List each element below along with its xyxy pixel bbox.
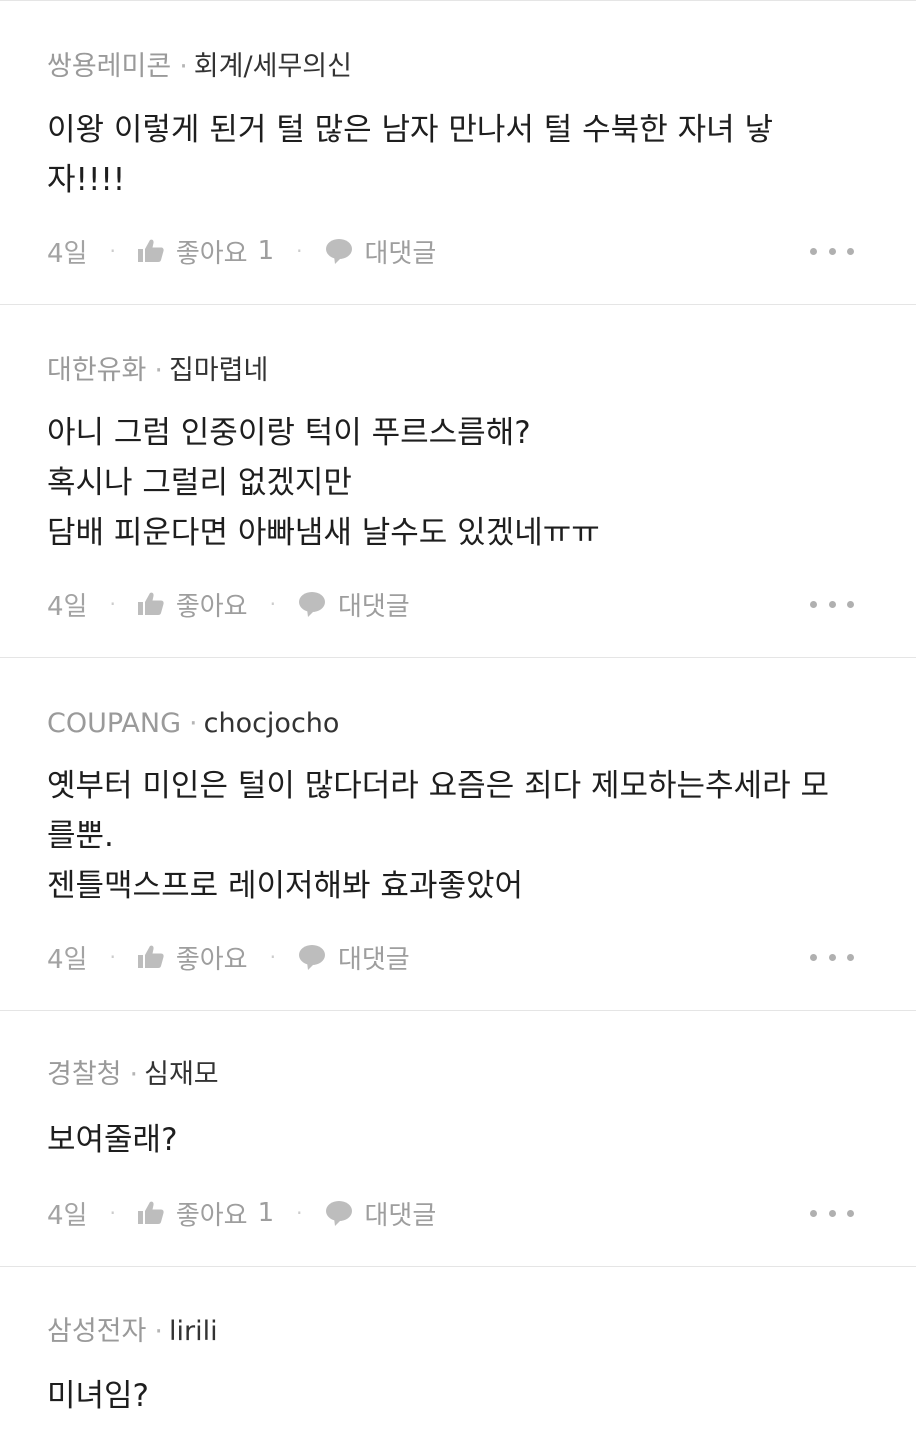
thumbs-up-icon: [137, 945, 164, 968]
more-button[interactable]: [810, 1193, 854, 1233]
comment-nickname[interactable]: 심재모: [144, 1059, 219, 1090]
more-dot: [810, 953, 817, 961]
comment-company: COUPANG: [47, 708, 182, 739]
reply-label: 대댓글: [364, 1200, 437, 1231]
meta-separator: ·: [154, 355, 163, 386]
reply-button[interactable]: 대댓글: [325, 233, 437, 270]
action-separator: ·: [109, 1201, 116, 1225]
comment-list: 쌍용레미콘 · 회계/세무의신 이왕 이렇게 된거 털 많은 남자 만나서 털 수북…: [0, 0, 916, 1440]
comment-item: 대한유화 · 집마렵네 아니 그럼 인중이랑 턱이 푸르스름해? 혹시나 그럴리 없…: [0, 305, 916, 658]
more-dot: [810, 600, 817, 608]
speech-bubble-icon: [325, 1201, 352, 1226]
comment-line: 미녀임?: [47, 1378, 150, 1414]
thumbs-up-icon: [137, 239, 164, 262]
more-dot: [847, 953, 854, 961]
reply-label: 대댓글: [337, 944, 410, 975]
meta-separator: ·: [154, 1316, 163, 1347]
comment-company: 삼성전자: [47, 1316, 147, 1347]
comment-body: 옛부터 미인은 털이 많다더라 요즘은 죄다 제모하는추세라 모 를뿐. 젠틀맥…: [47, 761, 876, 911]
comment-body: 미녀임?: [47, 1371, 876, 1421]
comment-company: 대한유화: [47, 355, 147, 386]
comment-item: COUPANG · chocjocho 옛부터 미인은 털이 많다더라 요즘은 죄다…: [0, 658, 916, 1011]
comment-line: 보여줄래?: [47, 1122, 178, 1158]
comment-line: 혹시나 그럴리 없겠지만: [47, 465, 352, 501]
action-separator: ·: [296, 1201, 303, 1225]
like-count: 1: [257, 1198, 275, 1228]
action-separator: ·: [296, 239, 303, 263]
comment-line: 옛부터 미인은 털이 많다더라 요즘은 죄다 제모하는추세라 모: [47, 768, 829, 804]
comment-nickname[interactable]: 회계/세무의신: [194, 51, 352, 82]
like-button[interactable]: 좋아요: [137, 939, 248, 976]
like-label: 좋아요: [175, 591, 248, 622]
comment-time: 4일: [47, 591, 88, 622]
comment-meta: 경찰청 · 심재모: [47, 1057, 219, 1093]
reply-button[interactable]: 대댓글: [298, 939, 410, 976]
comment-actions: 4일 · 좋아요 1 · 대댓글: [47, 231, 876, 271]
more-dot: [828, 953, 836, 961]
action-separator: ·: [109, 945, 116, 969]
more-dot: [828, 1209, 836, 1217]
comment-actions: 4일 · 좋아요 · 대댓글: [47, 584, 876, 624]
more-dot: [828, 600, 836, 608]
comment-time: 4일: [47, 238, 88, 269]
more-dot: [810, 247, 817, 255]
comment-meta: 삼성전자 · lirili: [47, 1314, 218, 1350]
comment-body: 이왕 이렇게 된거 털 많은 남자 만나서 털 수북한 자녀 낳 자!!!!: [47, 105, 876, 205]
thumbs-up-icon: [137, 592, 164, 615]
action-separator: ·: [109, 239, 116, 263]
meta-separator: ·: [129, 1059, 139, 1090]
more-dot: [847, 247, 854, 255]
reply-label: 대댓글: [337, 591, 410, 622]
more-button[interactable]: [810, 937, 854, 977]
more-dot: [828, 247, 836, 255]
speech-bubble-icon: [325, 239, 352, 264]
comment-item: 쌍용레미콘 · 회계/세무의신 이왕 이렇게 된거 털 많은 남자 만나서 털 수북…: [0, 1, 916, 305]
comment-actions: 4일 · 좋아요 1 · 대댓글: [47, 1193, 876, 1233]
thumbs-up-icon: [137, 1201, 164, 1224]
like-button[interactable]: 좋아요 1: [137, 1195, 275, 1232]
like-label: 좋아요: [175, 944, 248, 975]
like-button[interactable]: 좋아요: [137, 586, 248, 623]
more-button[interactable]: [810, 584, 854, 624]
action-separator: ·: [269, 945, 276, 969]
comment-nickname[interactable]: lirili: [169, 1316, 218, 1347]
comment-nickname[interactable]: 집마렵네: [169, 355, 268, 386]
meta-separator: ·: [179, 51, 188, 82]
like-count: 1: [257, 236, 275, 266]
comment-line: 자!!!!: [47, 162, 126, 198]
more-button[interactable]: [810, 231, 854, 271]
comment-line: 젠틀맥스프로 레이저해봐 효과좋았어: [47, 868, 524, 904]
like-label: 좋아요: [175, 1200, 248, 1231]
comment-line: 를뿐.: [47, 818, 114, 854]
comment-company: 쌍용레미콘: [47, 51, 172, 82]
comment-actions: 4일 · 좋아요 · 대댓글: [47, 937, 876, 977]
action-separator: ·: [109, 592, 116, 616]
comment-body: 보여줄래?: [47, 1115, 876, 1165]
comment-item: 경찰청 · 심재모 보여줄래? 4일 · 좋아요 1 · 대댓글: [0, 1011, 916, 1267]
comment-body: 아니 그럼 인중이랑 턱이 푸르스름해? 혹시나 그럴리 없겠지만 담배 피운다…: [47, 408, 876, 558]
reply-label: 대댓글: [364, 238, 437, 269]
comment-nickname[interactable]: chocjocho: [204, 708, 340, 739]
comment-line: 담배 피운다면 아빠냄새 날수도 있겠네ㅠㅠ: [47, 515, 600, 551]
reply-button[interactable]: 대댓글: [325, 1195, 437, 1232]
comment-item: 삼성전자 · lirili 미녀임?: [0, 1267, 916, 1440]
comment-line: 아니 그럼 인중이랑 턱이 푸르스름해?: [47, 415, 531, 451]
comment-company: 경찰청: [47, 1059, 122, 1090]
comment-line: 이왕 이렇게 된거 털 많은 남자 만나서 털 수북한 자녀 낳: [47, 112, 773, 148]
reply-button[interactable]: 대댓글: [298, 586, 410, 623]
speech-bubble-icon: [298, 945, 325, 970]
comment-meta: COUPANG · chocjocho: [47, 706, 339, 742]
more-dot: [847, 600, 854, 608]
comment-meta: 쌍용레미콘 · 회계/세무의신: [47, 49, 352, 85]
comment-time: 4일: [47, 944, 88, 975]
comment-time: 4일: [47, 1200, 88, 1231]
speech-bubble-icon: [298, 592, 325, 617]
comment-meta: 대한유화 · 집마렵네: [47, 353, 268, 389]
meta-separator: ·: [189, 708, 198, 739]
more-dot: [847, 1209, 854, 1217]
action-separator: ·: [269, 592, 276, 616]
more-dot: [810, 1209, 817, 1217]
like-label: 좋아요: [175, 238, 248, 269]
like-button[interactable]: 좋아요 1: [137, 233, 275, 270]
